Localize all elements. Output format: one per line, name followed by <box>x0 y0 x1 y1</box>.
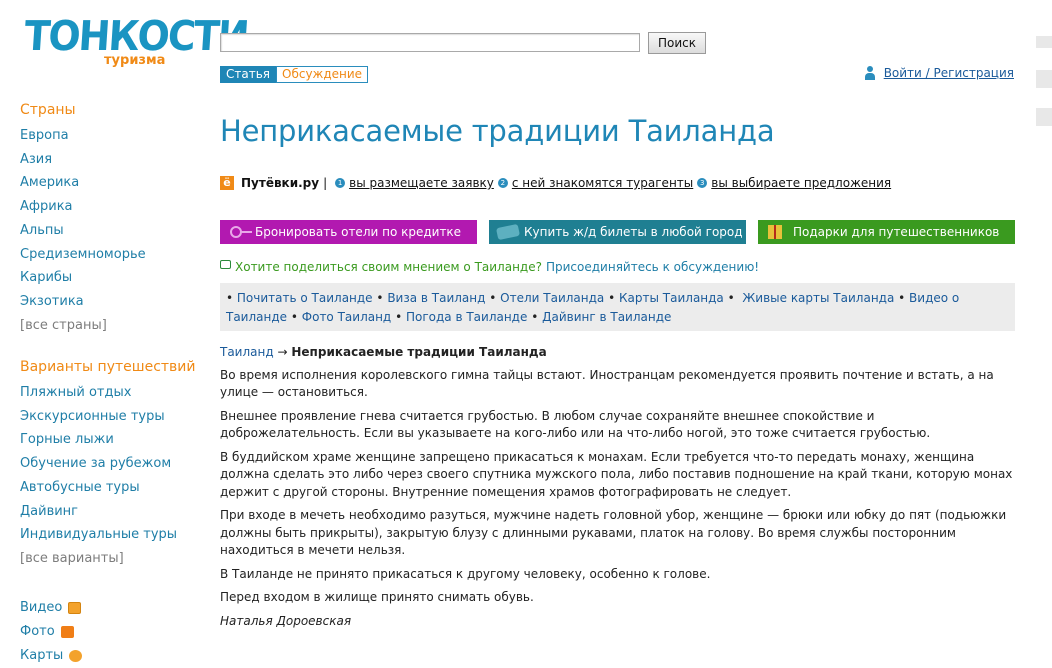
sidebar-item-bus[interactable]: Автобусные туры <box>20 476 196 500</box>
user-icon <box>864 66 876 80</box>
page-title: Неприкасаемые традиции Таиланда <box>220 114 775 148</box>
sidebar-item-photo[interactable]: Фото <box>20 620 82 644</box>
login-register-link[interactable]: Войти / Регистрация <box>884 66 1014 80</box>
article-paragraph: В буддийском храме женщине запрещено при… <box>220 449 1013 499</box>
chat-icon <box>220 259 231 269</box>
sidebar-countries: Страны Европа Азия Америка Африка Альпы … <box>20 100 200 337</box>
sidebar-item-video[interactable]: Видео <box>20 596 82 620</box>
sidebar-video-label: Видео <box>20 600 63 615</box>
breadcrumb-parent-link[interactable]: Таиланд <box>220 345 274 359</box>
scrollbar-mark <box>1036 108 1052 126</box>
tab-discussion[interactable]: Обсуждение <box>276 66 369 83</box>
key-icon <box>230 226 252 238</box>
ticket-icon <box>495 223 521 241</box>
putevki-step-2[interactable]: с ней знакомятся турагенты <box>512 176 693 190</box>
logo-sub-text: туризма <box>104 53 166 68</box>
banner-trains-label: Купить ж/д билеты в любой город <box>524 225 743 239</box>
sidebar-item-mediterranean[interactable]: Средиземноморье <box>20 243 200 267</box>
article-paragraph: Во время исполнения королевского гимна т… <box>220 367 994 400</box>
breadcrumb: Таиланд → Неприкасаемые традиции Таиланд… <box>220 344 1015 362</box>
related-link[interactable]: Живые карты Таиланда <box>742 291 894 305</box>
sidebar-maps-label: Карты <box>20 648 64 663</box>
putevki-step-1[interactable]: вы размещаете заявку <box>349 176 494 190</box>
banner-hotels[interactable]: Бронировать отели по кредитке <box>220 220 477 244</box>
article-paragraph: В Таиланде не принято прикасаться к друг… <box>220 566 711 581</box>
breadcrumb-current: Неприкасаемые традиции Таиланда <box>291 345 547 359</box>
sidebar-item-america[interactable]: Америка <box>20 171 200 195</box>
related-links-box: • Почитать о Таиланде • Виза в Таиланд •… <box>220 283 1015 331</box>
sidebar-item-caribbean[interactable]: Карибы <box>20 266 200 290</box>
sidebar-item-ski[interactable]: Горные лыжи <box>20 428 196 452</box>
related-link[interactable]: Почитать о Таиланде <box>237 291 373 305</box>
article-body: Таиланд → Неприкасаемые традиции Таиланд… <box>220 344 1015 636</box>
sidebar-item-asia[interactable]: Азия <box>20 148 200 172</box>
sidebar-media: Видео Фото Карты <box>20 596 83 668</box>
sidebar-countries-title: Страны <box>20 102 76 118</box>
gift-icon <box>768 225 782 239</box>
putevki-separator: | <box>323 176 328 190</box>
sidebar-item-africa[interactable]: Африка <box>20 195 200 219</box>
scrollbar-mark <box>1036 36 1052 48</box>
related-link[interactable]: Карты Таиланда <box>619 291 724 305</box>
step-1-icon: 1 <box>335 178 346 188</box>
login-area: Войти / Регистрация <box>864 66 1014 80</box>
sidebar-item-study[interactable]: Обучение за рубежом <box>20 452 196 476</box>
putevki-step-3[interactable]: вы выбираете предложения <box>711 176 891 190</box>
related-link[interactable]: Дайвинг в Таиланде <box>542 310 671 324</box>
discuss-prompt: Хотите поделиться своим мнением о Таилан… <box>220 259 759 274</box>
video-icon <box>68 602 82 614</box>
tab-article[interactable]: Статья <box>220 66 277 83</box>
article-author: Наталья Дороевская <box>220 613 352 628</box>
related-link[interactable]: Виза в Таиланд <box>387 291 485 305</box>
banner-gifts-label: Подарки для путешественников <box>793 225 1000 239</box>
sidebar-item-diving[interactable]: Дайвинг <box>20 500 196 524</box>
search-button[interactable]: Поиск <box>648 32 706 54</box>
banner-trains[interactable]: Купить ж/д билеты в любой город <box>489 220 746 244</box>
step-3-icon: 3 <box>697 178 708 188</box>
search-input[interactable] <box>220 33 640 52</box>
sidebar-item-excursion[interactable]: Экскурсионные туры <box>20 405 196 429</box>
site-logo[interactable]: ТОНКОСТИ туризма <box>22 12 249 72</box>
sidebar-item-individual[interactable]: Индивидуальные туры <box>20 523 196 547</box>
putevki-promo: ё Путёвки.ру | 1 вы размещаете заявку 2 … <box>220 176 891 190</box>
sidebar-photo-label: Фото <box>20 624 55 639</box>
related-link[interactable]: Фото Таиланд <box>302 310 391 324</box>
related-link[interactable]: Погода в Таиланде <box>406 310 527 324</box>
sidebar-item-maps[interactable]: Карты <box>20 644 83 668</box>
article-paragraph: При входе в мечеть необходимо разуться, … <box>220 508 1007 557</box>
sidebar: Страны Европа Азия Америка Африка Альпы … <box>20 100 200 663</box>
discuss-question: Хотите поделиться своим мнением о Таилан… <box>235 260 542 274</box>
sidebar-item-exotic[interactable]: Экзотика <box>20 290 200 314</box>
article-paragraph: Перед входом в жилище принято снимать об… <box>220 590 534 604</box>
scrollbar-mark <box>1036 70 1052 88</box>
camera-icon <box>60 626 74 638</box>
sidebar-trips-title: Варианты путешествий <box>20 359 196 375</box>
sidebar-item-beach[interactable]: Пляжный отдых <box>20 381 196 405</box>
article-paragraph: Внешнее проявление гнева считается грубо… <box>220 408 931 441</box>
step-2-icon: 2 <box>497 178 508 188</box>
breadcrumb-arrow: → <box>277 345 288 359</box>
sidebar-all-trips-link[interactable]: [все варианты] <box>20 547 196 571</box>
related-link[interactable]: Отели Таиланда <box>500 291 604 305</box>
discuss-join-link[interactable]: Присоединяйтесь к обсуждению! <box>546 260 759 274</box>
globe-icon <box>69 650 83 662</box>
sidebar-item-alps[interactable]: Альпы <box>20 219 200 243</box>
banner-hotels-label: Бронировать отели по кредитке <box>255 225 462 239</box>
putevki-brand[interactable]: Путёвки.ру <box>241 176 319 190</box>
sidebar-all-countries-link[interactable]: [все страны] <box>20 314 200 338</box>
putevki-logo-icon: ё <box>220 176 234 190</box>
sidebar-trips: Варианты путешествий Пляжный отдых Экску… <box>20 357 196 571</box>
banner-gifts[interactable]: Подарки для путешественников <box>758 220 1015 244</box>
sidebar-item-europe[interactable]: Европа <box>20 124 200 148</box>
